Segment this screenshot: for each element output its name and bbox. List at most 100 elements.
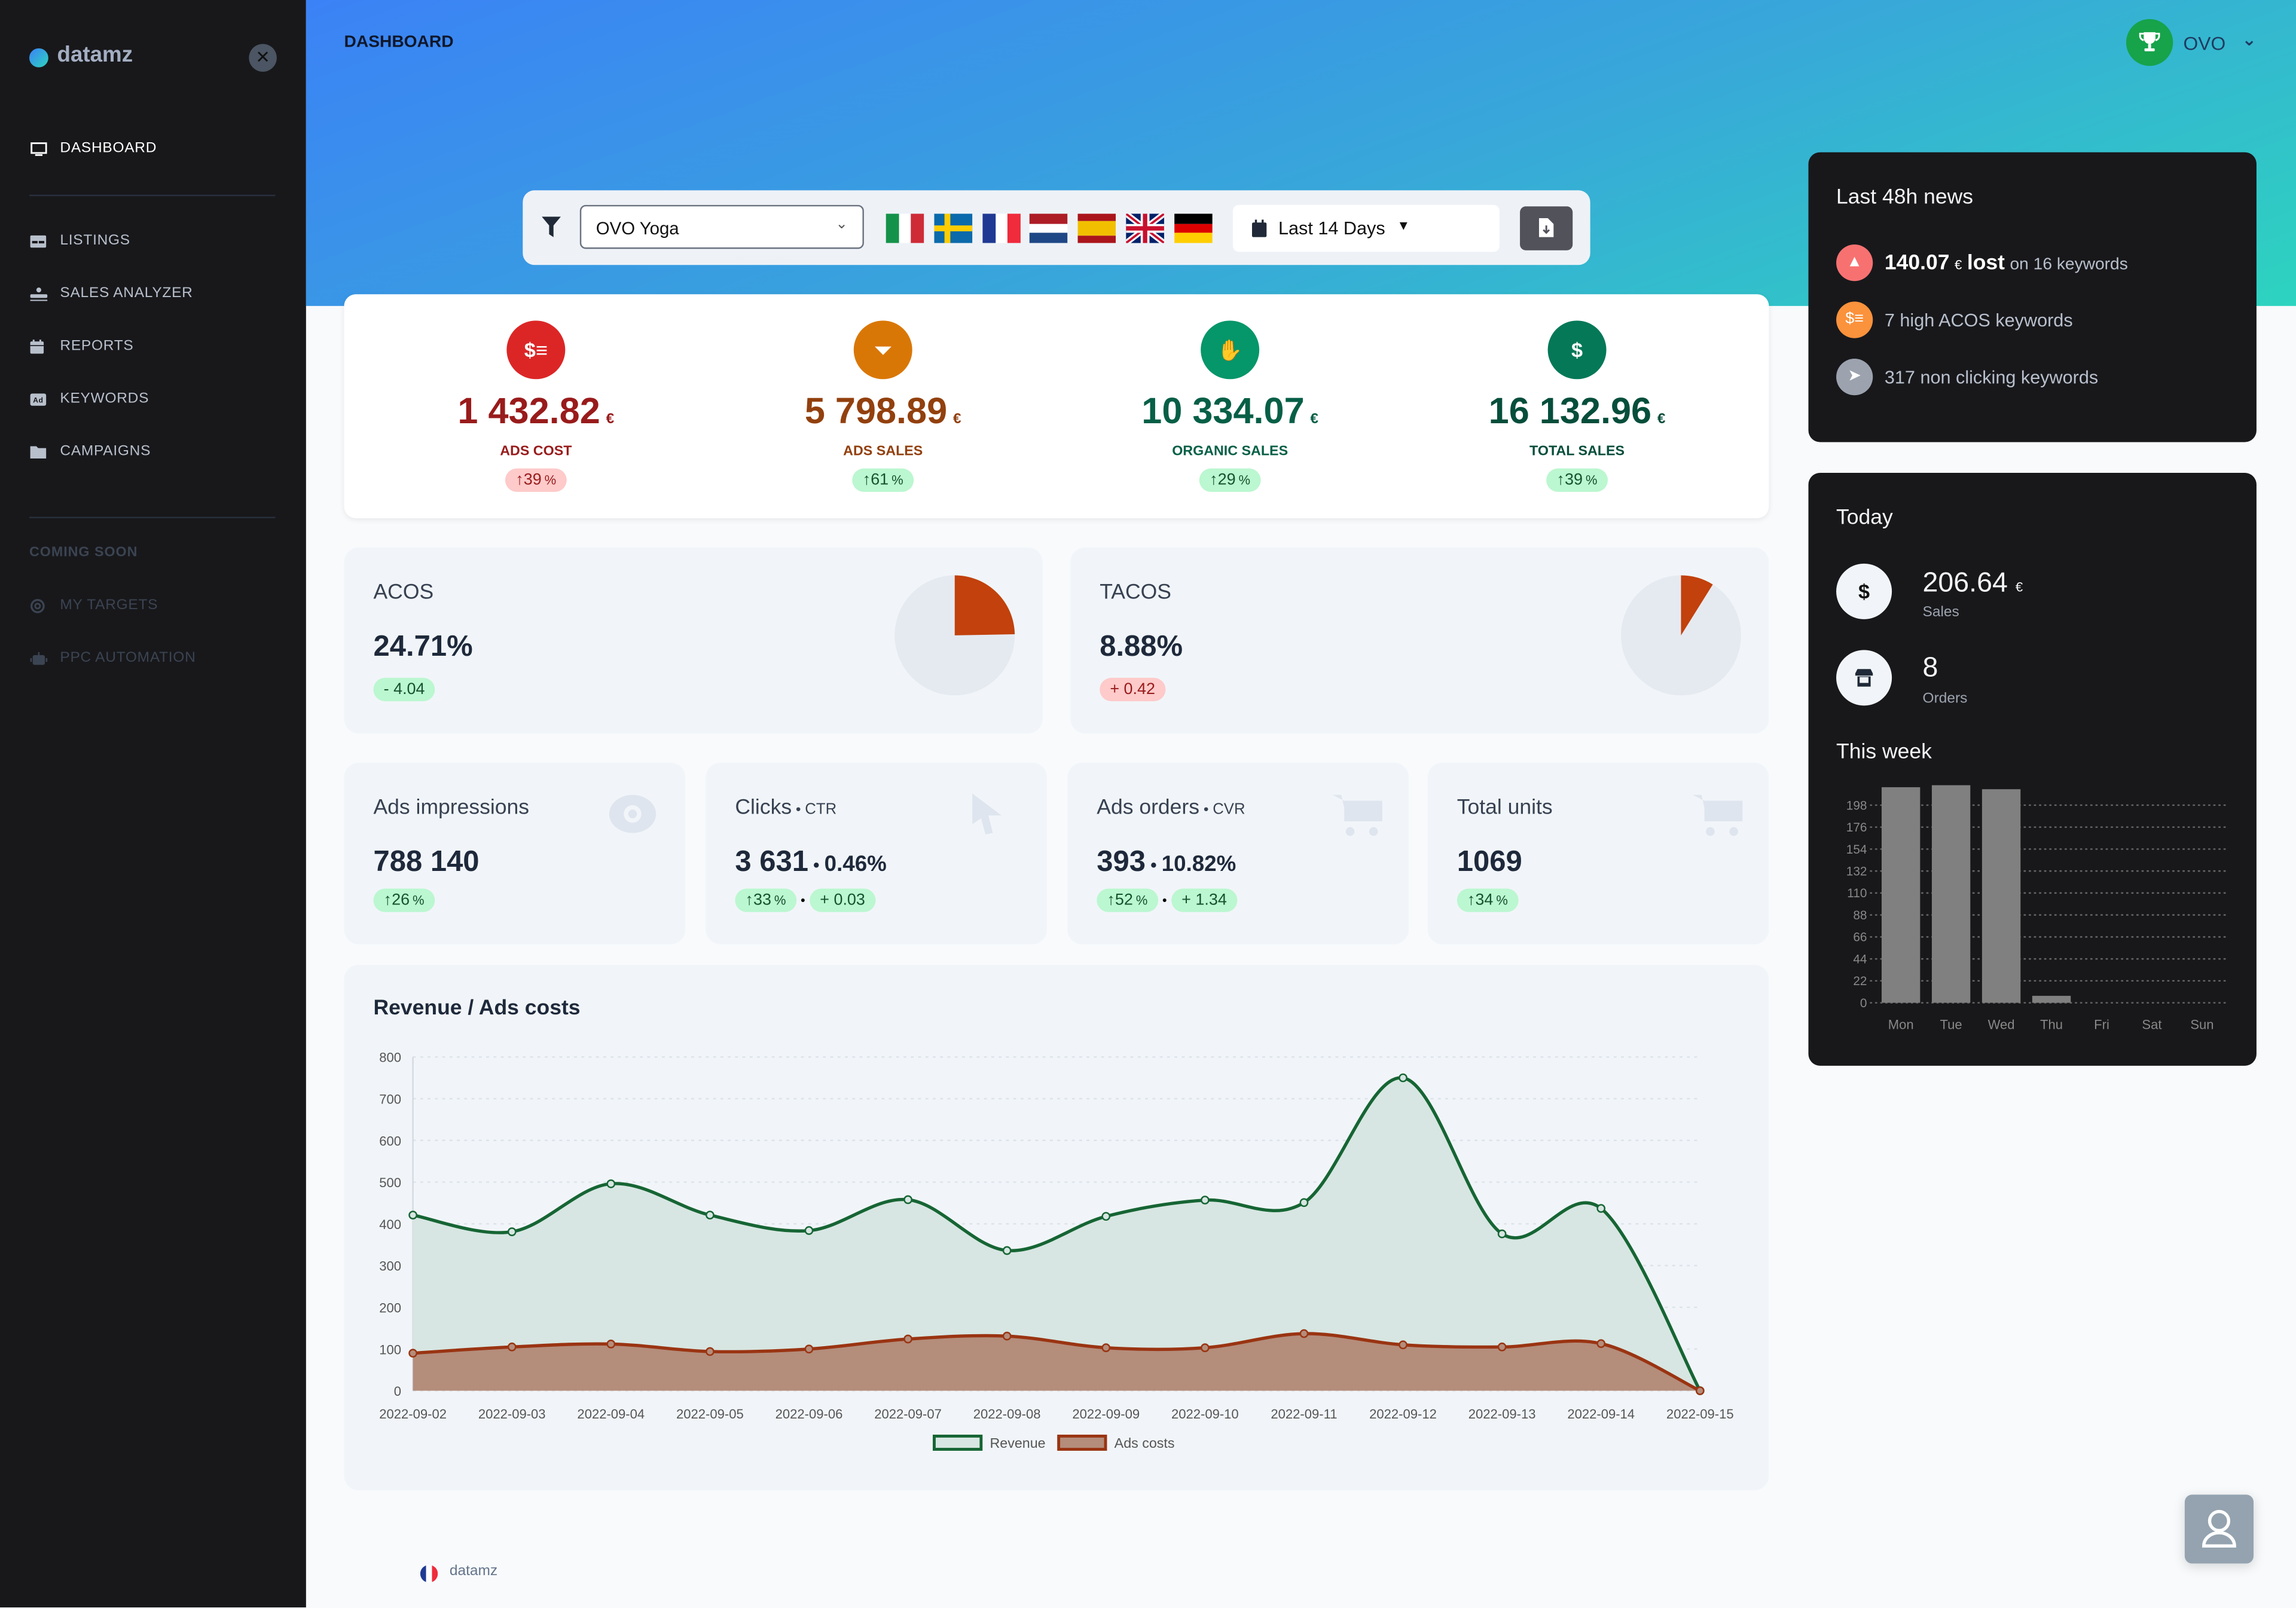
store-icon [1836,650,1892,706]
export-button[interactable] [1520,206,1573,250]
close-sidebar-button[interactable]: ✕ [249,44,277,72]
change-value: 33 [753,891,772,909]
metric-secondary-value: 0.46% [824,852,887,877]
ads-costs-point[interactable] [1299,1329,1309,1338]
ads-costs-point[interactable] [606,1340,616,1349]
y-tick-label: 0 [394,1384,401,1399]
trophy-icon [2139,32,2160,51]
revenue-point[interactable] [1200,1196,1210,1205]
kpi-change-badge: ↑39% [505,468,567,492]
ads-costs-point[interactable] [1399,1340,1407,1350]
revenue-point[interactable] [706,1210,715,1220]
news-item-non-clicking[interactable]: ➤ 317 non clicking keywords [1836,359,2098,396]
metric-value: 788 140 [373,846,479,880]
date-range-picker[interactable]: Last 14 Days ▼ [1233,204,1500,252]
flag-netherlands[interactable] [1029,213,1068,243]
metric-title: Ads orders • CVR [1097,796,1245,820]
revenue-point[interactable] [1596,1204,1606,1213]
revenue-point[interactable] [1497,1229,1507,1239]
metric-title: Total units [1457,796,1553,820]
dot-separator: • [792,802,805,818]
currency: € [2015,579,2023,595]
sidebar-item-keywords[interactable]: Ad KEYWORDS [29,391,149,407]
ads-costs-point[interactable] [1497,1342,1507,1352]
revenue-point[interactable] [903,1195,912,1205]
change-value: 29 [1217,471,1236,489]
today-title: Today [1836,506,1893,530]
sidebar-item-campaigns[interactable]: CAMPAIGNS [29,444,151,460]
user-name[interactable]: OVO [2183,32,2225,54]
metric-primary-value: 393 [1097,846,1146,879]
news-item-high-acos[interactable]: $≡ 7 high ACOS keywords [1836,301,2073,338]
legend-swatch-revenue[interactable] [933,1435,983,1451]
warning-icon: ▲ [1836,244,1873,282]
chevron-down-icon[interactable]: ⌄ [2242,29,2257,50]
caret-down-icon: ▼ [1397,218,1410,233]
ads-costs-point[interactable] [1200,1343,1210,1353]
acos-title: ACOS [373,581,434,605]
bar-tue[interactable] [1931,785,1971,1003]
robot-icon [30,651,48,665]
flag-united-kingdom[interactable] [1126,213,1164,243]
ads-costs-point[interactable] [706,1347,715,1356]
legend-label-ads-costs[interactable]: Ads costs [1115,1435,1175,1451]
news-item-lost[interactable]: ▲ 140.07 € lost on 16 keywords [1836,244,2128,282]
legend-swatch-ads-costs[interactable] [1057,1435,1107,1451]
account-select[interactable]: OVO Yoga ⌄ [579,204,864,249]
ads-costs-point[interactable] [1596,1339,1606,1349]
sidebar-item-sales-analyzer[interactable]: SALES ANALYZER [29,286,193,301]
y-tick-label: 600 [379,1133,401,1148]
y-tick-label: 198 [1846,799,1867,812]
user-avatar[interactable] [2126,19,2173,66]
ads-costs-point[interactable] [1002,1331,1012,1341]
ads-costs-point[interactable] [507,1342,517,1352]
flag-sweden[interactable] [934,213,973,243]
legend-label-revenue[interactable]: Revenue [990,1435,1046,1451]
revenue-point[interactable] [804,1226,814,1235]
close-icon: ✕ [255,47,270,68]
flag-italy[interactable] [886,213,924,243]
x-tick-label: 2022-09-05 [676,1407,744,1421]
sidebar-item-reports[interactable]: REPORTS [29,338,134,354]
ads-costs-point[interactable] [1695,1386,1705,1395]
ads-costs-point[interactable] [903,1334,912,1344]
metric-secondary-value: 10.82% [1161,852,1236,877]
flag-germany[interactable] [1174,213,1213,243]
footer-brand[interactable]: datamz [450,1564,497,1580]
revenue-point[interactable] [1399,1073,1407,1083]
app-logo[interactable]: datamz [57,42,133,68]
metric-change-badge: ↑34% [1457,888,1519,912]
bar-mon[interactable] [1881,787,1921,1003]
tacos-delta-badge: + 0.42 [1100,677,1166,702]
table-icon [30,234,47,247]
kpi-label: ORGANIC SALES [1172,444,1289,460]
bar-thu[interactable] [2032,995,2071,1003]
revenue-point[interactable] [507,1227,517,1236]
flag-france[interactable] [982,213,1021,243]
kpi-value: 1 432.82 € [363,389,709,442]
help-chat-button[interactable] [2184,1494,2254,1564]
ads-costs-point[interactable] [1101,1343,1111,1353]
revenue-point[interactable] [1299,1198,1309,1207]
sidebar-item-listings[interactable]: LISTINGS [29,233,130,249]
revenue-point[interactable] [1101,1212,1111,1221]
kpi-ads-sales: ⏷ 5 798.89 € ADS SALES ↑61% [710,320,1056,492]
x-tick-label: 2022-09-08 [973,1407,1041,1421]
currency: € [952,411,961,428]
revenue-point[interactable] [606,1179,616,1188]
bar-wed[interactable] [1981,789,2021,1003]
kpi-value: 10 334.07 € [1057,389,1403,442]
acos-pie-slice [954,575,1015,635]
x-tick-label: 2022-09-12 [1369,1407,1437,1421]
lost-detail: on 16 keywords [2010,255,2128,273]
revenue-point[interactable] [1002,1246,1012,1255]
sidebar-item-dashboard[interactable]: DASHBOARD [29,140,157,157]
y-tick-label: 22 [1853,974,1867,988]
ads-costs-point[interactable] [408,1349,417,1358]
x-tick-label: Sat [2142,1017,2161,1032]
revenue-point[interactable] [408,1210,417,1220]
y-tick-label: 132 [1846,865,1867,879]
news-text: 7 high ACOS keywords [1884,309,2073,331]
ads-costs-point[interactable] [804,1344,814,1354]
flag-spain[interactable] [1077,213,1116,243]
